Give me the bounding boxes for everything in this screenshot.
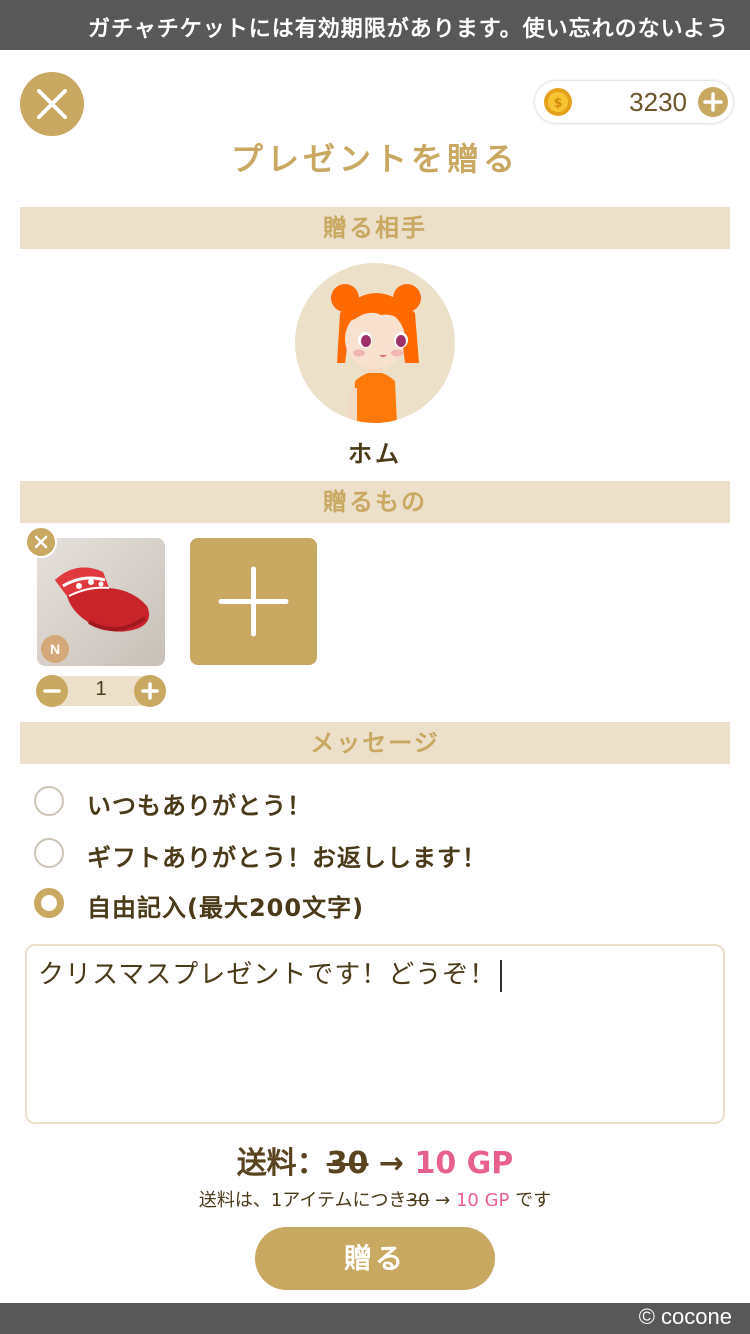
coin-balance: $ 3230 <box>535 81 733 123</box>
remove-item-button[interactable] <box>25 526 57 558</box>
close-icon <box>37 89 67 119</box>
section-header-gift: 贈るもの <box>20 481 730 523</box>
message-option-label: 自由記入(最大200文字) <box>87 894 365 922</box>
add-coins-button[interactable] <box>697 86 729 118</box>
decrease-quantity-button[interactable] <box>36 675 68 707</box>
fee-old: 30 <box>326 1146 369 1181</box>
ticker-text: ガチャチケットには有効期限があります。使い忘れのないよう <box>88 17 730 42</box>
page-title: プレゼントを贈る <box>230 140 519 178</box>
plus-icon <box>141 682 159 700</box>
send-gift-button[interactable]: 贈る <box>255 1227 495 1290</box>
fee-note-new: 10 GP <box>455 1190 510 1211</box>
svg-text:$: $ <box>553 96 562 111</box>
fee-new: 10 GP <box>414 1146 514 1181</box>
message-text-value: クリスマスプレゼントです！どうぞ！ <box>38 960 497 990</box>
radio-button-selected[interactable] <box>34 888 64 918</box>
minus-icon <box>43 689 61 693</box>
radio-button[interactable] <box>34 838 64 868</box>
fee-note-arrow: → <box>435 1190 451 1211</box>
fee-arrow: → <box>378 1146 405 1181</box>
message-option-label: いつもありがとう！ <box>87 792 312 820</box>
quantity-value: 1 <box>95 678 107 700</box>
section-header-message: メッセージ <box>20 722 730 764</box>
plus-icon <box>218 566 289 637</box>
add-gift-item-button[interactable] <box>190 538 317 665</box>
recipient-name: ホム <box>348 440 402 468</box>
fee-note-prefix: 送料は、1アイテムにつき <box>198 1190 407 1211</box>
fee-note-suffix: です <box>515 1190 552 1211</box>
fee-label: 送料： <box>236 1146 327 1181</box>
fee-note-old: 30 <box>406 1190 430 1211</box>
avatar-image <box>331 284 421 423</box>
coin-amount: 3230 <box>629 87 687 117</box>
announcement-ticker: ガチャチケットには有効期限があります。使い忘れのないよう <box>0 0 750 50</box>
radio-button[interactable] <box>34 786 64 816</box>
close-button[interactable] <box>20 72 84 136</box>
recipient-avatar[interactable] <box>295 263 455 423</box>
message-option-label: ギフトありがとう！お返しします！ <box>87 844 487 872</box>
increase-quantity-button[interactable] <box>134 675 166 707</box>
message-text: クリスマスプレゼントです！どうぞ！ <box>38 954 503 992</box>
copyright-text: © cocone <box>638 1304 732 1329</box>
close-icon <box>34 535 48 549</box>
coin-icon: $ <box>544 88 572 116</box>
message-textarea[interactable]: クリスマスプレゼントです！どうぞ！ <box>25 944 725 1124</box>
shipping-fee: 送料：30 → 10 GP <box>0 1138 750 1182</box>
text-cursor <box>500 959 503 992</box>
footer-bar: © cocone <box>0 1303 750 1334</box>
shipping-fee-note: 送料は、1アイテムにつき30 → 10 GP です <box>0 1186 750 1212</box>
rarity-badge: N <box>41 635 69 663</box>
section-header-recipient: 贈る相手 <box>20 207 730 249</box>
